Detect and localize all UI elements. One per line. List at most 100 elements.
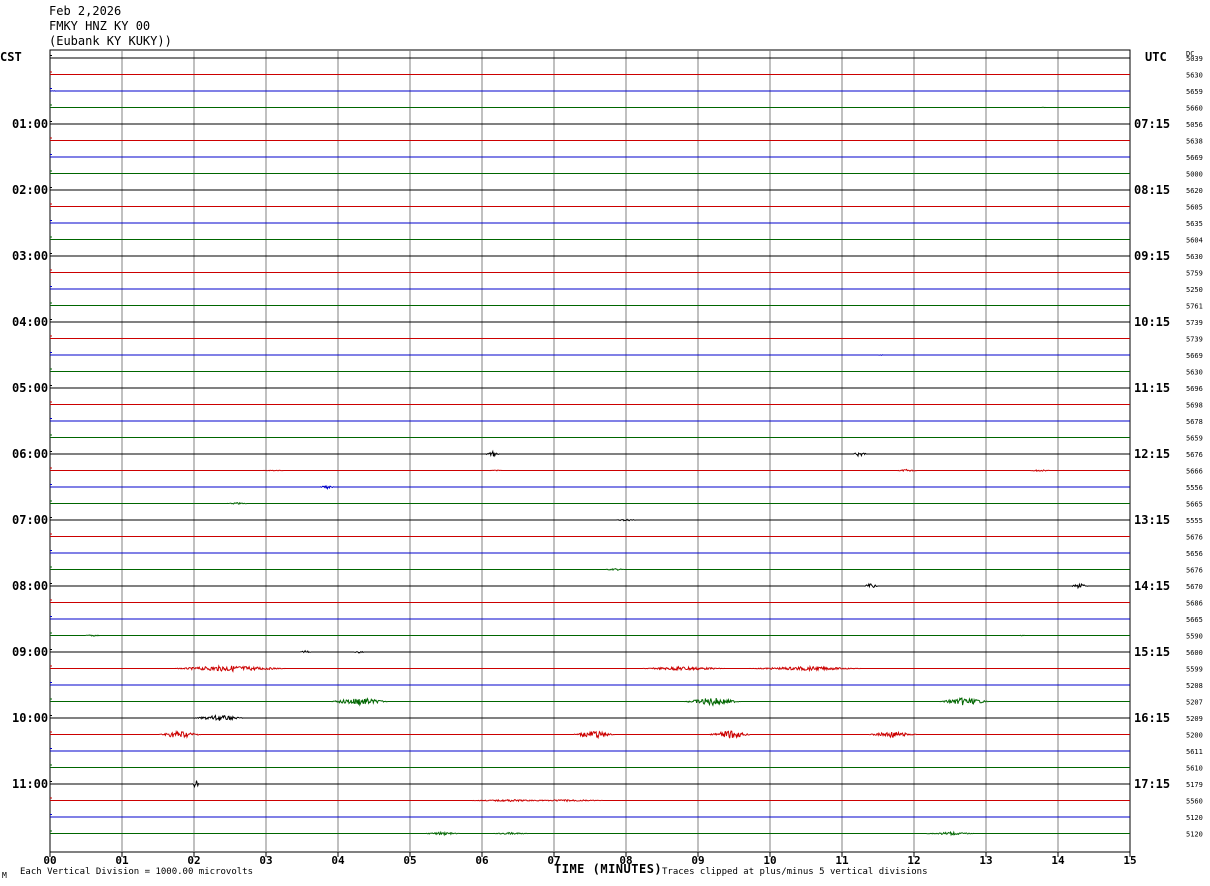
dc-offset-label: 5120 (1186, 814, 1203, 822)
trace-line (50, 484, 1130, 490)
trace-line (50, 567, 1130, 572)
dc-offset-label: 5610 (1186, 765, 1203, 773)
x-tick-label: 14 (1051, 854, 1065, 867)
dc-offset-label: 5666 (1186, 468, 1203, 476)
x-tick-label: 00 (43, 854, 56, 867)
trace-line (50, 354, 1130, 356)
dc-offset-label: 5555 (1186, 517, 1203, 525)
left-hour-label: 05:00 (12, 381, 48, 395)
dc-offset-label: 5686 (1186, 600, 1203, 608)
trace-line (50, 501, 1130, 505)
dc-offset-label: 5665 (1186, 616, 1203, 624)
dc-offset-label: 5207 (1186, 699, 1203, 707)
dc-offset-label: 5670 (1186, 583, 1203, 591)
trace-line (50, 649, 1130, 654)
trace-line (50, 714, 1130, 722)
trace-line (50, 468, 1130, 473)
right-hour-label: 11:15 (1134, 381, 1170, 395)
trace-line (50, 729, 1130, 740)
dc-offset-label: 5209 (1186, 715, 1203, 723)
dc-offset-label: 5179 (1186, 781, 1203, 789)
dc-offset-label: 5676 (1186, 451, 1203, 459)
corner-mark: M (2, 871, 7, 880)
dc-offset-label: 5638 (1186, 138, 1203, 146)
left-hour-label: 10:00 (12, 711, 48, 725)
x-tick-label: 06 (475, 854, 489, 867)
left-hour-label: 07:00 (12, 513, 48, 527)
right-hour-label: 09:15 (1134, 249, 1170, 263)
left-hour-label: 01:00 (12, 117, 48, 131)
dc-offset-label: 5590 (1186, 633, 1203, 641)
dc-offset-label: 5665 (1186, 501, 1203, 509)
dc-offset-label: 5556 (1186, 484, 1203, 492)
right-hour-label: 08:15 (1134, 183, 1170, 197)
left-hour-label: 11:00 (12, 777, 48, 791)
dc-offset-label: 5056 (1186, 121, 1203, 129)
x-tick-label: 11 (835, 854, 849, 867)
left-hour-label: 08:00 (12, 579, 48, 593)
dc-offset-label: 5250 (1186, 286, 1203, 294)
dc-offset-label: 5656 (1186, 550, 1203, 558)
helicorder-plot: 00 01 02 03 04 05 06 07 08 09 10 11 12 13 14 1550395630… (12, 49, 1203, 867)
division-scale-note: Each Vertical Division = 1000.00 microvo… (20, 867, 253, 877)
dc-offset-label: 5200 (1186, 732, 1203, 740)
dc-offset-label: 5761 (1186, 303, 1203, 311)
dc-offset-label: 5600 (1186, 649, 1203, 657)
x-axis-title: TIME (MINUTES) (554, 862, 663, 876)
dc-offset-label: 5630 (1186, 72, 1203, 80)
dc-offset-label: 5599 (1186, 666, 1203, 674)
x-tick-label: 09 (691, 854, 704, 867)
x-tick-label: 15 (1123, 854, 1136, 867)
dc-offset-label: 5659 (1186, 435, 1203, 443)
dc-offset-label: 5605 (1186, 204, 1203, 212)
trace-line (50, 449, 1130, 458)
dc-offset-label: 5696 (1186, 385, 1203, 393)
trace-line (50, 697, 1130, 707)
left-hour-label: 03:00 (12, 249, 48, 263)
right-hour-label: 12:15 (1134, 447, 1170, 461)
dc-offset-label: 5611 (1186, 748, 1203, 756)
trace-line (50, 830, 1130, 837)
dc-offset-label: 5120 (1186, 831, 1203, 839)
dc-offset-label: 5635 (1186, 220, 1203, 228)
trace-line (50, 582, 1130, 590)
dc-offset-label: 5669 (1186, 154, 1203, 162)
trace-line (50, 798, 1130, 803)
dc-offset-label: 5676 (1186, 567, 1203, 575)
x-tick-label: 03 (259, 854, 272, 867)
trace-line (50, 664, 1130, 673)
right-hour-label: 16:15 (1134, 711, 1170, 725)
dc-offset-label: 5678 (1186, 418, 1203, 426)
left-hour-label: 02:00 (12, 183, 48, 197)
dc-offset-label: 5669 (1186, 352, 1203, 360)
right-hour-label: 07:15 (1134, 117, 1170, 131)
x-tick-label: 02 (187, 854, 200, 867)
x-tick-label: 12 (907, 854, 920, 867)
x-tick-label: 04 (331, 854, 345, 867)
x-tick-label: 13 (979, 854, 992, 867)
trace-line (50, 780, 1130, 789)
dc-offset-label: 5000 (1186, 171, 1203, 179)
trace-line (50, 518, 1130, 522)
dc-offset-label: 5739 (1186, 336, 1203, 344)
dc-offset-label: 5659 (1186, 88, 1203, 96)
x-tick-label: 10 (763, 854, 776, 867)
dc-offset-label: 5604 (1186, 237, 1203, 245)
trace-line (50, 634, 1130, 637)
dc-offset-label: 5660 (1186, 105, 1203, 113)
right-hour-label: 14:15 (1134, 579, 1170, 593)
dc-offset-label: 5676 (1186, 534, 1203, 542)
dc-offset-label: 5620 (1186, 187, 1203, 195)
dc-offset-label: 5630 (1186, 253, 1203, 261)
dc-offset-label: 5698 (1186, 402, 1203, 410)
dc-offset-label: 5739 (1186, 319, 1203, 327)
left-hour-label: 09:00 (12, 645, 48, 659)
dc-offset-label: 5560 (1186, 798, 1203, 806)
right-hour-label: 10:15 (1134, 315, 1170, 329)
dc-offset-label: 5759 (1186, 270, 1203, 278)
dc-offset-label: 5208 (1186, 682, 1203, 690)
clipping-note: Traces clipped at plus/minus 5 vertical … (662, 867, 928, 877)
dc-offset-label: 5630 (1186, 369, 1203, 377)
right-hour-label: 17:15 (1134, 777, 1170, 791)
dc-offset-label: 5039 (1186, 55, 1203, 63)
